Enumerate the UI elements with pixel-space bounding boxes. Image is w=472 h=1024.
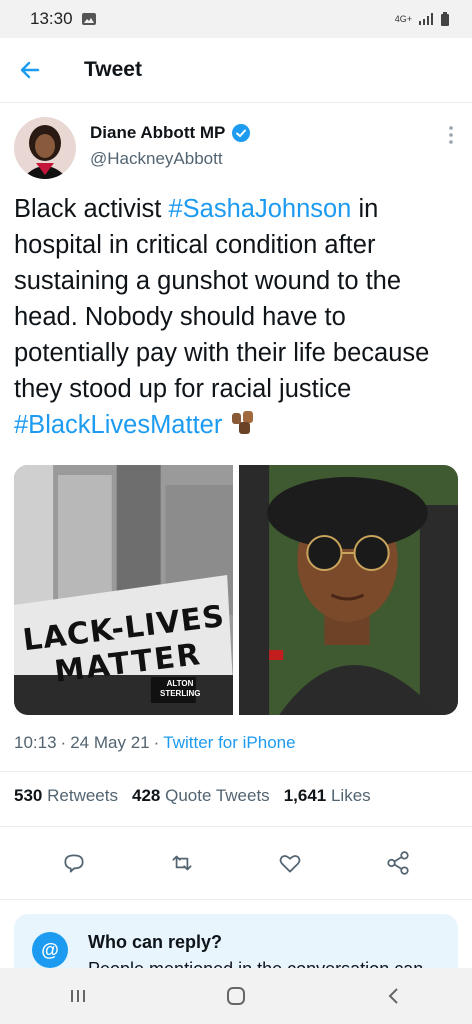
- tweet-time: 10:13: [14, 733, 57, 752]
- tweet-date: 24 May 21: [70, 733, 150, 752]
- top-bar: Tweet: [0, 38, 472, 103]
- nav-back-icon[interactable]: [384, 986, 404, 1006]
- avatar[interactable]: [14, 117, 76, 179]
- more-button[interactable]: [448, 125, 454, 150]
- like-icon[interactable]: [277, 850, 303, 876]
- hashtag-sashajohnson[interactable]: #SashaJohnson: [168, 195, 351, 223]
- status-bar: 13:30 4G+: [0, 0, 472, 38]
- retweets-stat[interactable]: 530 Retweets: [14, 786, 118, 826]
- retweets-count: 530: [14, 786, 43, 805]
- tweet-text-part: Black activist: [14, 195, 169, 223]
- quotes-label: Quote Tweets: [165, 786, 270, 805]
- back-arrow-icon: [20, 61, 40, 79]
- tweet-source-link[interactable]: Twitter for iPhone: [163, 733, 295, 753]
- author-name-row: Diane Abbott MP: [90, 123, 251, 143]
- tweet-actions: [0, 827, 472, 900]
- home-icon[interactable]: [225, 985, 247, 1007]
- system-nav-bar: [0, 968, 472, 1024]
- protest-sign: ALTON STERLING: [160, 679, 201, 698]
- battery-icon: [441, 12, 449, 26]
- author-display-name[interactable]: Diane Abbott MP: [90, 123, 225, 143]
- gallery-notification-icon: [81, 13, 96, 25]
- recents-icon[interactable]: [68, 986, 88, 1006]
- tweet-meta: 10:13 · 24 May 21 · Twitter for iPhone: [0, 715, 472, 772]
- reply-icon[interactable]: [61, 850, 87, 876]
- quote-tweets-stat[interactable]: 428 Quote Tweets: [132, 786, 270, 826]
- retweet-icon[interactable]: [169, 850, 195, 876]
- likes-stat[interactable]: 1,641 Likes: [284, 786, 371, 826]
- status-time: 13:30: [30, 9, 73, 28]
- quotes-count: 428: [131, 786, 161, 805]
- likes-label: Likes: [330, 786, 371, 805]
- tweet-text-part: in hospital in critical condition after …: [14, 195, 430, 403]
- tweet-text: Black activist #SashaJohnson in hospital…: [0, 179, 472, 443]
- reply-card-heading: Who can reply?: [88, 932, 223, 952]
- retweets-label: Retweets: [47, 786, 118, 805]
- verified-icon: [232, 124, 251, 142]
- tweet-author: Diane Abbott MP @HackneyAbbott: [0, 103, 472, 179]
- media-photo-portrait[interactable]: [239, 465, 458, 715]
- media-photo-protest[interactable]: LACK-LIVES MATTER ALTON STERLING: [14, 465, 233, 715]
- network-type: 4G+: [394, 14, 412, 24]
- tweet-media: LACK-LIVES MATTER ALTON STERLING: [14, 465, 458, 715]
- tweet-stats: 530 Retweets 428 Quote Tweets 1,641 Like…: [0, 772, 472, 827]
- more-icon: [449, 126, 453, 144]
- share-icon[interactable]: [385, 850, 411, 876]
- meta-separator: ·: [60, 733, 67, 752]
- hashtag-blacklivesmatter[interactable]: #BlackLivesMatter: [14, 411, 222, 439]
- back-button[interactable]: [18, 58, 48, 82]
- meta-separator: ·: [153, 733, 160, 752]
- raised-fist-emoji-icon: [232, 411, 254, 434]
- signal-icon: [419, 13, 433, 25]
- author-handle[interactable]: @HackneyAbbott: [90, 149, 251, 169]
- likes-count: 1,641: [283, 786, 327, 805]
- at-icon: @: [32, 932, 68, 968]
- page-title: Tweet: [84, 58, 142, 81]
